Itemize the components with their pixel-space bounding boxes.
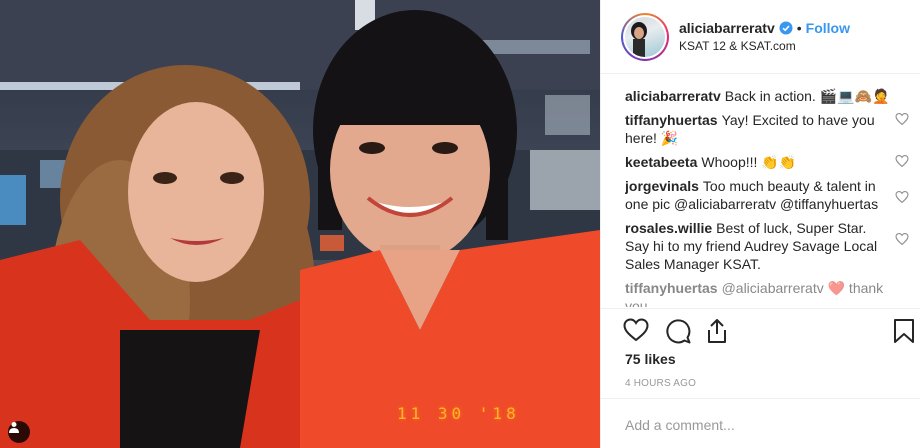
photo-illustration xyxy=(0,0,600,448)
add-comment-input[interactable]: Add a comment... xyxy=(625,417,735,433)
comment-like-icon[interactable] xyxy=(895,233,909,245)
comment-text: Whoop!!! 👏👏 xyxy=(701,154,797,170)
photo-date-stamp: 11 30 '18 xyxy=(397,404,520,423)
post-side-panel: aliciabarreratv • Follow KSAT 12 & KSAT.… xyxy=(600,0,920,448)
bookmark-icon[interactable] xyxy=(893,318,915,344)
comment-item: tiffanyhuertas @aliciabarreratv ❤️ thank … xyxy=(625,279,909,307)
comment-author[interactable]: aliciabarreratv xyxy=(625,88,721,104)
caption: aliciabarreratv Back in action. 🎬💻🙈🤦 xyxy=(625,87,909,105)
comment-item: keetabeeta Whoop!!! 👏👏 xyxy=(625,153,909,171)
comment-author[interactable]: rosales.willie xyxy=(625,220,712,236)
post-actions xyxy=(623,318,915,344)
comment-like-icon[interactable] xyxy=(895,155,909,167)
author-username[interactable]: aliciabarreratv xyxy=(679,20,775,36)
comments-list[interactable]: aliciabarreratv Back in action. 🎬💻🙈🤦 tiff… xyxy=(625,87,909,307)
comment-author[interactable]: tiffanyhuertas xyxy=(625,280,718,296)
share-icon[interactable] xyxy=(705,318,729,344)
comment-author[interactable]: tiffanyhuertas xyxy=(625,112,718,128)
comment-item: jorgevinals Too much beauty & talent in o… xyxy=(625,177,909,213)
avatar-illustration xyxy=(631,21,647,57)
comment-item: tiffanyhuertas Yay! Excited to have you h… xyxy=(625,111,909,147)
divider xyxy=(601,398,920,399)
post-header: aliciabarreratv • Follow KSAT 12 & KSAT.… xyxy=(601,0,920,74)
post-timestamp[interactable]: 4 HOURS AGO xyxy=(625,378,696,389)
follow-button[interactable]: Follow xyxy=(806,20,850,36)
comment-like-icon[interactable] xyxy=(895,191,909,203)
comment-icon[interactable] xyxy=(665,318,691,344)
comment-author[interactable]: jorgevinals xyxy=(625,178,699,194)
comment-author[interactable]: keetabeeta xyxy=(625,154,697,170)
header-text: aliciabarreratv • Follow KSAT 12 & KSAT.… xyxy=(679,20,850,53)
avatar[interactable] xyxy=(621,12,669,61)
divider xyxy=(601,308,920,309)
person-icon xyxy=(9,422,19,433)
separator-dot: • xyxy=(796,20,802,36)
post-photo[interactable]: 11 30 '18 xyxy=(0,0,600,448)
post-location[interactable]: KSAT 12 & KSAT.com xyxy=(679,39,850,53)
comment-item: rosales.willie Best of luck, Super Star. … xyxy=(625,219,909,273)
heart-icon[interactable] xyxy=(623,318,649,342)
tagged-users-button[interactable] xyxy=(8,421,30,443)
comment-text: Back in action. 🎬💻🙈🤦 xyxy=(724,88,890,104)
like-count[interactable]: 75 likes xyxy=(625,351,676,367)
avatar-image xyxy=(625,16,665,57)
avatar-frame xyxy=(623,14,667,59)
comment-like-icon[interactable] xyxy=(895,113,909,125)
verified-badge-icon xyxy=(779,21,793,35)
